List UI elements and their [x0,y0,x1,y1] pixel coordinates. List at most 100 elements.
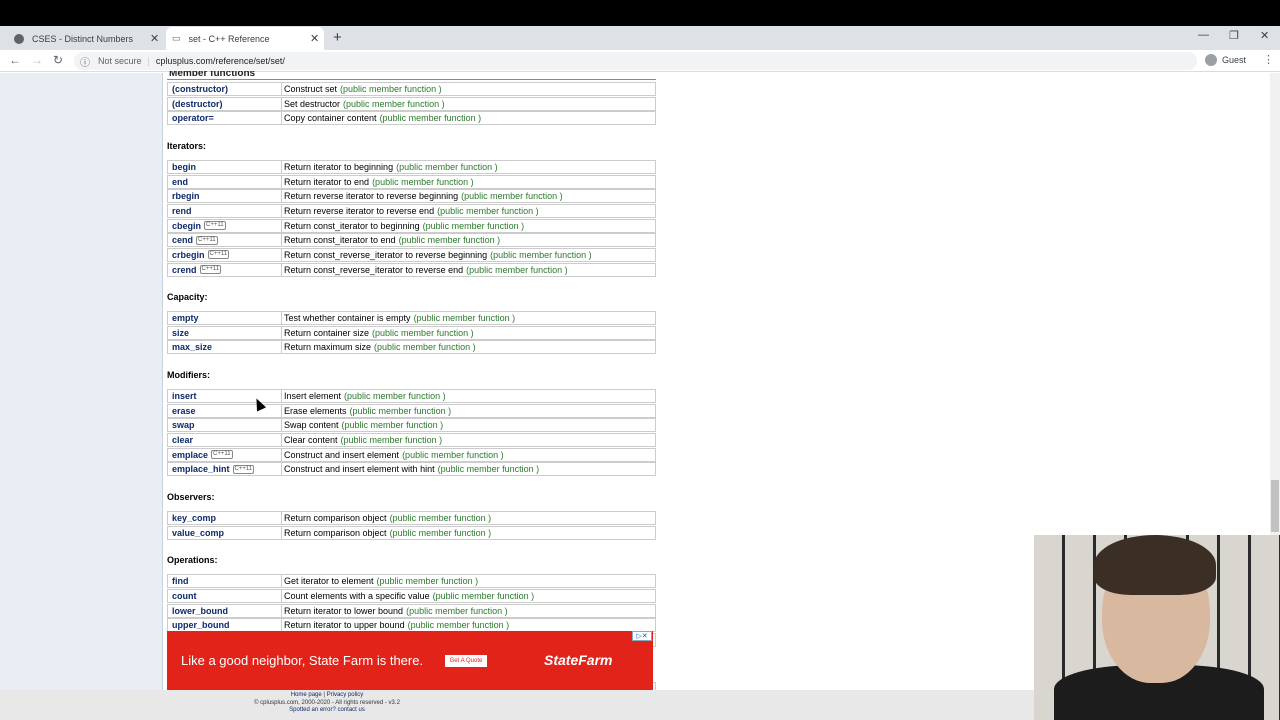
profile-label: Guest [1222,55,1247,65]
member-name-link[interactable]: crend C++11 [168,263,282,276]
cxx11-badge: C++11 [207,250,230,260]
member-name-link[interactable]: upper_bound [168,619,282,632]
tab-set-reference[interactable]: ▭ set - C++ Reference ✕ [166,27,324,50]
member-row: insert Insert element (public member funct… [167,389,656,404]
member-name: upper_bound [172,620,230,631]
member-row: (destructor) Set destructor (public member… [167,96,656,111]
member-row: find Get iterator to element (public membe… [167,574,656,589]
member-description: Construct set [284,84,338,94]
member-row: crbegin C++11 Return const_reverse_iterato… [167,247,656,262]
member-kind: (public member function ) [372,176,474,187]
member-name-link[interactable]: rend [168,204,282,217]
cxx11-badge: C++11 [196,235,218,245]
member-name-link[interactable]: empty [168,312,282,325]
member-name: end [172,176,189,187]
minimize-button[interactable]: — [1198,29,1209,41]
ad-close-icon[interactable]: ▷✕ [632,631,652,641]
member-name-link[interactable]: cend C++11 [168,234,282,247]
tab-cses[interactable]: CSES - Distinct Numbers ✕ [8,27,164,50]
info-icon[interactable]: ⓘ [80,54,90,69]
member-name-link[interactable]: max_size [168,341,282,354]
close-tab-icon[interactable]: ✕ [310,32,319,45]
member-name-link[interactable]: (constructor) [168,83,282,95]
member-name-link[interactable]: find [168,575,282,588]
reload-button[interactable]: ↻ [53,53,63,67]
member-row: erase Erase elements (public member functi… [167,403,656,418]
member-kind: (public member function ) [372,327,474,338]
member-name-link[interactable]: clear [168,434,282,447]
member-name: clear [172,435,194,446]
report-error-link[interactable]: Spotted an error? contact us [177,707,477,715]
member-row: emplace C++11 Construct and insert element… [167,447,656,462]
member-name-link[interactable]: rbegin [168,190,282,203]
close-tab-icon[interactable]: ✕ [150,32,159,45]
member-kind: (public member function ) [389,513,492,523]
address-bar[interactable]: ⓘ Not secure | cplusplus.com/reference/s… [74,52,1197,70]
scrollbar-thumb[interactable] [1271,480,1279,532]
copyright-text: © cplusplus.com, 2000-2020 - All rights … [254,699,400,706]
privacy-policy-link[interactable]: Privacy policy [327,692,364,698]
page-icon: ▭ [172,33,181,43]
member-name-link[interactable]: count [168,589,282,602]
member-row: cend C++11 Return const_iterator to end (pu… [167,233,656,248]
section-heading: Iterators: [167,140,207,151]
member-name-link[interactable]: size [168,326,282,339]
member-row: key_comp Return comparison object (public … [167,511,656,525]
globe-icon [14,33,24,44]
url-text[interactable]: cplusplus.com/reference/set/set/ [156,56,285,66]
member-name-link[interactable]: insert [168,390,282,403]
member-name-link[interactable]: emplace_hint C++11 [168,463,282,476]
member-row: rend Return reverse iterator to reverse e… [167,203,656,218]
person-hair [1094,535,1216,595]
member-description: Return iterator to beginning [284,161,394,172]
get-quote-button[interactable]: Get A Quote [445,655,487,667]
member-kind: (public member function ) [402,449,504,460]
member-description: Return const_reverse_iterator to reverse… [284,249,488,260]
member-name: emplace_hint [172,464,230,475]
member-name-link[interactable]: key_comp [168,512,282,524]
member-row: count Count elements with a specific valu… [167,588,656,603]
member-name-link[interactable]: swap [168,419,282,432]
member-description: Return const_iterator to end [284,235,396,246]
member-description: Return maximum size [284,342,372,353]
browser-menu-icon[interactable]: ⋮ [1263,53,1274,66]
member-name: (destructor) [172,98,223,109]
left-sidebar [0,73,163,690]
member-kind: (public member function ) [407,620,510,631]
back-button[interactable]: ← [9,53,21,67]
tab-title: CSES - Distinct Numbers [32,33,134,44]
member-description: Test whether container is empty [284,313,411,324]
member-name-link[interactable]: emplace C++11 [168,448,282,461]
forward-button[interactable]: → [31,53,43,67]
member-kind: (public member function ) [389,527,492,538]
member-row: value_comp Return comparison object (publi… [167,525,656,540]
home-page-link[interactable]: Home page [291,692,322,698]
profile-button[interactable]: Guest [1205,54,1246,66]
member-name: max_size [172,342,213,353]
member-name-link[interactable]: begin [168,160,282,173]
member-name-link[interactable]: cbegin C++11 [168,219,282,232]
section-title-text: Member functions [169,71,256,79]
member-kind: (public member function ) [340,435,443,446]
ad-brand-logo: StateFarm [544,652,613,668]
section-heading: Observers: [167,492,215,502]
member-row: rbegin Return reverse iterator to reverse… [167,189,656,204]
member-name: lower_bound [172,605,228,616]
window-close-button[interactable]: ✕ [1260,29,1269,42]
member-name: value_comp [172,527,225,538]
member-description: Return comparison object [284,513,387,523]
cxx11-badge: C++11 [199,265,222,274]
member-name-link[interactable]: crbegin C++11 [168,248,282,261]
member-name-link[interactable]: end [168,175,282,188]
member-name-link[interactable]: (destructor) [168,97,282,110]
member-name-link[interactable]: operator= [168,112,282,125]
advertisement-banner[interactable]: Like a good neighbor, State Farm is ther… [167,631,653,691]
member-row: size Return container size (public member … [167,325,656,340]
member-name-link[interactable]: lower_bound [168,604,282,617]
cxx11-badge: C++11 [211,450,233,460]
member-row: crend C++11 Return const_reverse_iterator … [167,262,656,277]
new-tab-button[interactable]: + [333,29,342,46]
member-name-link[interactable]: value_comp [168,526,282,539]
member-description: Construct and insert element [284,449,400,460]
restore-button[interactable]: ❐ [1229,29,1239,42]
